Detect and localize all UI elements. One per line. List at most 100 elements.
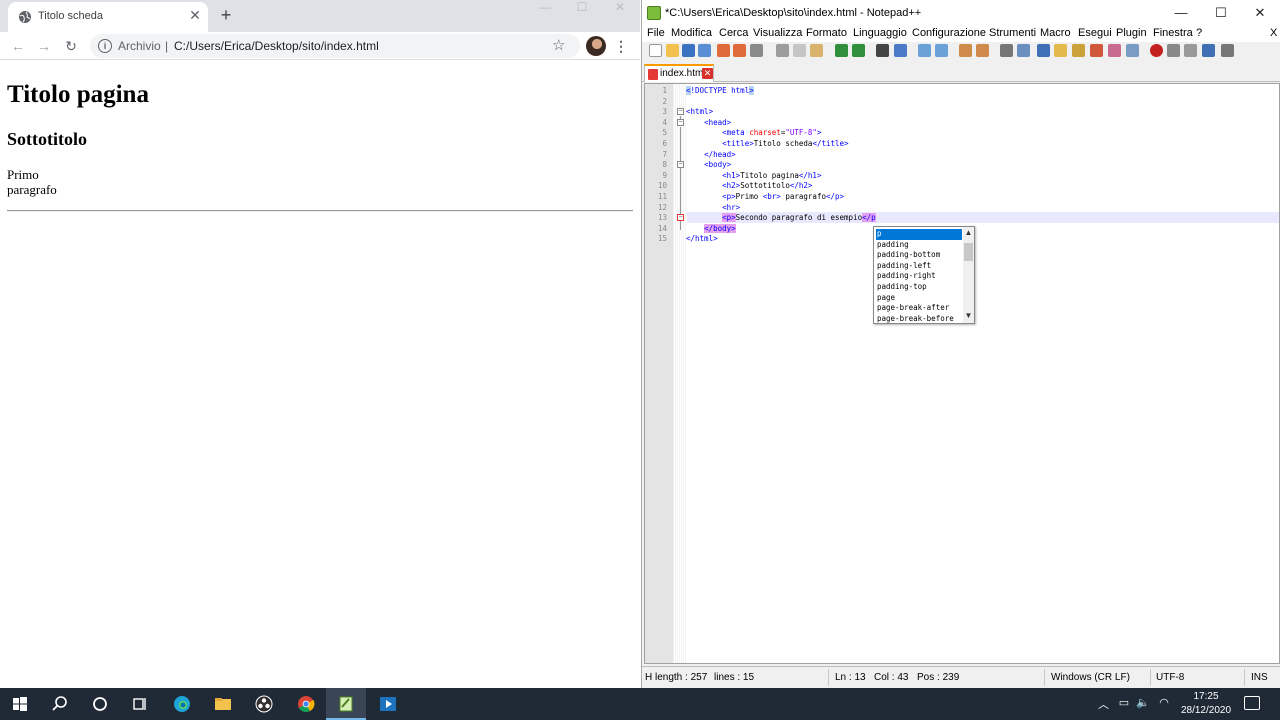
scroll-up-icon[interactable]: ▲ (963, 228, 974, 237)
menu-esegui[interactable]: Esegui (1078, 27, 1112, 39)
bookmark-star-icon[interactable]: ☆ (552, 36, 565, 54)
new-file-icon[interactable] (649, 44, 662, 57)
taskbar-obs[interactable] (244, 688, 284, 720)
close-window-icon[interactable]: ✕ (600, 0, 640, 28)
kebab-menu-icon[interactable]: ⋮ (614, 37, 628, 55)
menu-visualizza[interactable]: Visualizza (753, 27, 802, 39)
autocomplete-item[interactable]: page-break-before (876, 314, 962, 325)
show-all-characters-icon[interactable] (1017, 44, 1030, 57)
autocomplete-item[interactable]: page (876, 293, 962, 304)
reload-icon[interactable]: ↻ (60, 36, 82, 56)
forward-arrow-icon[interactable]: → (33, 36, 55, 56)
search-button[interactable] (40, 688, 80, 720)
autocomplete-item[interactable]: padding (876, 240, 962, 251)
autocomplete-list[interactable]: p padding padding-bottom padding-left pa… (873, 226, 975, 324)
menu-cerca[interactable]: Cerca (719, 27, 748, 39)
menu-strumenti[interactable]: Strumenti (989, 27, 1036, 39)
tray-chevron-up-icon[interactable]: ︿ (1098, 696, 1109, 712)
menu-macro[interactable]: Macro (1040, 27, 1071, 39)
sync-horizontal-icon[interactable] (976, 44, 989, 57)
word-wrap-icon[interactable] (1000, 44, 1013, 57)
address-bar[interactable]: i Archivio | C:/Users/Erica/Desktop/sito… (90, 34, 580, 58)
autocomplete-scrollbar[interactable]: ▲ ▼ (963, 227, 974, 323)
fold-toggle-icon[interactable]: − (677, 214, 684, 221)
monitoring-icon[interactable] (1126, 44, 1139, 57)
play-macro-icon[interactable] (1184, 44, 1197, 57)
new-tab-button[interactable]: + (216, 4, 236, 26)
address-url[interactable]: C:/Users/Erica/Desktop/sito/index.html (174, 39, 379, 53)
function-list-icon[interactable] (1072, 44, 1085, 57)
close-window-icon[interactable]: ✕ (1245, 4, 1275, 22)
browser-tab[interactable]: Titolo scheda ✕ (8, 2, 208, 32)
indent-guide-icon[interactable] (1037, 44, 1050, 57)
code-editor[interactable]: 1 2 3 4 5 6 7 8 9 10 11 12 13 14 15 − − … (644, 83, 1280, 664)
fold-toggle-icon[interactable]: − (677, 119, 684, 126)
menu-configurazione[interactable]: Configurazione (912, 27, 986, 39)
minimize-icon[interactable]: — (1166, 4, 1196, 22)
taskbar-media-app[interactable] (368, 688, 408, 720)
document-tab[interactable]: index.html ✕ (644, 64, 714, 82)
zoom-out-icon[interactable] (935, 44, 948, 57)
redo-icon[interactable] (852, 44, 865, 57)
fold-toggle-icon[interactable]: − (677, 108, 684, 115)
menu-file[interactable]: File (647, 27, 665, 39)
save-all-icon[interactable] (698, 44, 711, 57)
zoom-in-icon[interactable] (918, 44, 931, 57)
info-icon[interactable]: i (98, 39, 112, 53)
save-macro-icon[interactable] (1221, 44, 1234, 57)
replace-icon[interactable] (894, 44, 907, 57)
find-icon[interactable] (876, 44, 889, 57)
menu-modifica[interactable]: Modifica (671, 27, 712, 39)
open-folder-icon[interactable] (666, 44, 679, 57)
start-button[interactable] (0, 688, 40, 720)
close-file-icon[interactable] (717, 44, 730, 57)
avatar[interactable] (586, 36, 606, 56)
autocomplete-item[interactable]: padding-left (876, 261, 962, 272)
maximize-icon[interactable]: ☐ (562, 0, 602, 28)
scroll-down-icon[interactable]: ▼ (963, 311, 974, 320)
close-all-icon[interactable] (733, 44, 746, 57)
task-view-button[interactable] (120, 688, 160, 720)
menu-formato[interactable]: Formato (806, 27, 847, 39)
battery-icon[interactable]: ▭ (1117, 696, 1131, 710)
undo-icon[interactable] (835, 44, 848, 57)
volume-icon[interactable]: 🔈 (1136, 696, 1150, 710)
minimize-icon[interactable]: — (525, 0, 565, 28)
back-arrow-icon[interactable]: ← (7, 36, 29, 56)
menu-linguaggio[interactable]: Linguaggio (853, 27, 907, 39)
paste-icon[interactable] (810, 44, 823, 57)
menu-plugin[interactable]: Plugin (1116, 27, 1147, 39)
menu-close-document[interactable]: X (1270, 27, 1277, 39)
taskbar-notepad-plus-plus[interactable] (326, 688, 366, 720)
doc-switcher-icon[interactable] (1108, 44, 1121, 57)
document-map-icon[interactable] (1054, 44, 1067, 57)
stop-macro-icon[interactable] (1167, 44, 1180, 57)
folder-as-workspace-icon[interactable] (1090, 44, 1103, 57)
cortana-button[interactable] (80, 688, 120, 720)
close-tab-icon[interactable]: ✕ (187, 7, 203, 24)
network-icon[interactable]: ◠ (1157, 696, 1171, 710)
autocomplete-item[interactable]: page-break-after (876, 303, 962, 314)
notification-center-icon[interactable] (1244, 696, 1260, 710)
menu-help[interactable]: ? (1196, 27, 1202, 39)
save-icon[interactable] (682, 44, 695, 57)
autocomplete-item[interactable]: padding-right (876, 271, 962, 282)
autocomplete-item[interactable]: padding-top (876, 282, 962, 293)
clock-date[interactable]: 28/12/2020 (1175, 705, 1237, 716)
record-macro-icon[interactable] (1150, 44, 1163, 57)
cut-icon[interactable] (776, 44, 789, 57)
close-document-icon[interactable]: ✕ (702, 68, 713, 79)
copy-icon[interactable] (793, 44, 806, 57)
taskbar-chrome[interactable] (286, 688, 326, 720)
clock-time[interactable]: 17:25 (1180, 691, 1232, 702)
scroll-thumb[interactable] (964, 243, 973, 261)
taskbar-file-explorer[interactable] (203, 688, 243, 720)
sync-vertical-icon[interactable] (959, 44, 972, 57)
run-macro-multiple-icon[interactable] (1202, 44, 1215, 57)
print-icon[interactable] (750, 44, 763, 57)
autocomplete-item[interactable]: padding-bottom (876, 250, 962, 261)
menu-finestra[interactable]: Finestra (1153, 27, 1193, 39)
taskbar-edge[interactable] (162, 688, 202, 720)
fold-toggle-icon[interactable]: − (677, 161, 684, 168)
autocomplete-item[interactable]: p (876, 229, 962, 240)
